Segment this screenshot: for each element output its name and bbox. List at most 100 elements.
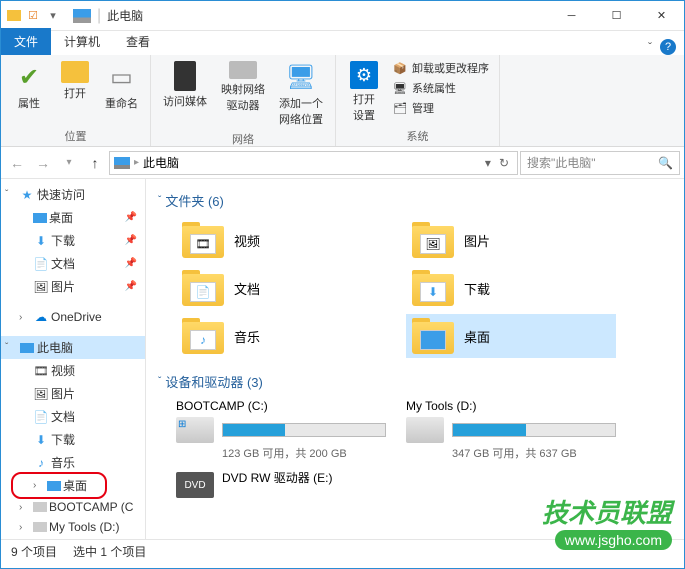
quick-access-toolbar: ☑ ▾ — [1, 8, 67, 24]
document-icon: 📄 — [33, 256, 49, 272]
chevron-right-icon[interactable]: › — [19, 522, 31, 533]
sidebar-quick-access[interactable]: ˇ ★ 快速访问 — [1, 183, 145, 206]
up-button[interactable]: ↑ — [83, 151, 107, 175]
chevron-right-icon[interactable]: › — [19, 502, 31, 513]
sidebar-music[interactable]: ♪音乐 — [1, 451, 145, 474]
search-icon: 🔍 — [658, 156, 673, 170]
breadcrumb[interactable]: 此电脑 — [143, 154, 179, 171]
recent-dropdown-icon[interactable]: ▾ — [57, 151, 81, 175]
download-icon: ⬇ — [420, 282, 446, 302]
ribbon-group-location: ✔ 属性 打开 ▭ 重命名 位置 — [1, 55, 151, 146]
chevron-down-icon: ˇ — [158, 195, 161, 206]
monitor-small-icon: 🖥 — [392, 80, 408, 96]
tab-file[interactable]: 文件 — [1, 28, 51, 55]
open-settings-button[interactable]: ⚙ 打开 设置 — [344, 59, 384, 125]
group-label-network: 网络 — [159, 129, 327, 147]
drive-d[interactable]: My Tools (D:) 347 GB 可用，共 637 GB — [406, 399, 616, 461]
ribbon-group-network: 访问媒体 映射网络 驱动器 🖥 添加一个 网络位置 网络 — [151, 55, 336, 146]
ribbon-collapse-icon[interactable]: ˇ — [648, 40, 652, 54]
window-controls: ─ ☐ ✕ — [549, 1, 684, 30]
drive-icon — [33, 522, 47, 532]
map-drive-button[interactable]: 映射网络 驱动器 — [217, 59, 269, 115]
chevron-down-icon[interactable]: ˇ — [5, 342, 17, 353]
back-button[interactable]: ← — [5, 151, 29, 175]
folder-videos[interactable]: 🎞视频 — [176, 218, 386, 262]
address-bar[interactable]: ▸ 此电脑 ▾ ↻ — [109, 151, 518, 175]
minimize-button[interactable]: ─ — [549, 1, 594, 30]
system-properties-button[interactable]: 🖥 系统属性 — [390, 79, 491, 97]
folder-documents[interactable]: 📄文档 — [176, 266, 386, 310]
sidebar-this-pc[interactable]: ˇ此电脑 — [1, 336, 145, 359]
window-title: 此电脑 — [101, 7, 143, 24]
maximize-button[interactable]: ☐ — [594, 1, 639, 30]
picture-icon: 🖼 — [33, 386, 49, 402]
sidebar-drive-c[interactable]: ›BOOTCAMP (C — [1, 497, 145, 517]
sidebar-pictures[interactable]: 🖼图片 — [1, 382, 145, 405]
sidebar-onedrive[interactable]: ›☁OneDrive — [1, 306, 145, 328]
group-label-system: 系统 — [344, 126, 491, 144]
pin-icon: 📌 — [125, 235, 141, 246]
uninstall-programs-button[interactable]: 📦 卸载或更改程序 — [390, 59, 491, 77]
group-label-location: 位置 — [9, 126, 142, 144]
pin-icon: 📌 — [125, 258, 141, 269]
desktop-icon — [420, 330, 446, 350]
sidebar-qa-desktop[interactable]: 桌面📌 — [1, 206, 145, 229]
open-button[interactable]: 打开 — [55, 59, 95, 103]
drives-section-header[interactable]: ˇ 设备和驱动器 (3) — [158, 368, 672, 395]
sidebar-videos[interactable]: 🎞视频 — [1, 359, 145, 382]
properties-icon[interactable]: ☑ — [25, 8, 41, 24]
search-input[interactable]: 搜索"此电脑" 🔍 — [520, 151, 680, 175]
drive-icon — [229, 61, 257, 79]
ribbon-group-system: ⚙ 打开 设置 📦 卸载或更改程序 🖥 系统属性 🗂 管理 系统 — [336, 55, 500, 146]
rename-button[interactable]: ▭ 重命名 — [101, 59, 142, 113]
chevron-down-icon[interactable]: ˇ — [5, 189, 17, 200]
rename-icon: ▭ — [106, 61, 138, 93]
sidebar-drive-d[interactable]: ›My Tools (D:) — [1, 517, 145, 537]
download-icon: ⬇ — [33, 233, 49, 249]
add-network-location-button[interactable]: 🖥 添加一个 网络位置 — [275, 59, 327, 129]
usage-bar — [223, 424, 285, 436]
sidebar-downloads[interactable]: ⬇下载 — [1, 428, 145, 451]
download-icon: ⬇ — [33, 432, 49, 448]
ribbon: ✔ 属性 打开 ▭ 重命名 位置 访问媒体 映射网络 驱动器 — [1, 55, 684, 147]
folder-icon[interactable] — [7, 10, 21, 21]
help-icon[interactable]: ? — [660, 39, 676, 55]
ribbon-tabs: 文件 计算机 查看 ˇ ? — [1, 31, 684, 55]
chevron-right-icon[interactable]: › — [33, 480, 45, 491]
selected-count: 选中 1 个项目 — [73, 543, 146, 560]
address-dropdown-icon[interactable]: ▾ — [481, 156, 495, 170]
status-bar: 9 个项目 选中 1 个项目 — [1, 539, 684, 563]
sidebar-qa-pictures[interactable]: 🖼图片📌 — [1, 275, 145, 298]
tab-computer[interactable]: 计算机 — [51, 28, 113, 55]
close-button[interactable]: ✕ — [639, 1, 684, 30]
folder-pictures[interactable]: 🖼图片 — [406, 218, 616, 262]
drives-grid: BOOTCAMP (C:) ⊞ 123 GB 可用，共 200 GB My To… — [158, 395, 672, 508]
properties-button[interactable]: ✔ 属性 — [9, 59, 49, 113]
qat-dropdown-icon[interactable]: ▾ — [45, 8, 61, 24]
forward-button[interactable]: → — [31, 151, 55, 175]
desktop-icon — [47, 481, 61, 491]
folder-downloads[interactable]: ⬇下载 — [406, 266, 616, 310]
navigation-bar: ← → ▾ ↑ ▸ 此电脑 ▾ ↻ 搜索"此电脑" 🔍 — [1, 147, 684, 179]
drive-dvd[interactable]: DVD RW 驱动器 (E:) DVD — [176, 469, 386, 498]
tab-view[interactable]: 查看 — [113, 28, 163, 55]
refresh-icon[interactable]: ↻ — [495, 156, 513, 170]
pin-icon: 📌 — [125, 212, 141, 223]
folder-desktop[interactable]: 桌面 — [406, 314, 616, 358]
folder-music[interactable]: ♪音乐 — [176, 314, 386, 358]
desktop-icon — [33, 213, 47, 223]
sidebar-desktop[interactable]: ›桌面 — [1, 474, 145, 497]
this-pc-icon — [114, 157, 130, 169]
breadcrumb-separator: ▸ — [134, 157, 139, 168]
monitor-icon: 🖥 — [285, 61, 317, 93]
drive-c[interactable]: BOOTCAMP (C:) ⊞ 123 GB 可用，共 200 GB — [176, 399, 386, 461]
folders-section-header[interactable]: ˇ 文件夹 (6) — [158, 187, 672, 214]
picture-icon: 🖼 — [420, 234, 446, 254]
manage-button[interactable]: 🗂 管理 — [390, 99, 491, 117]
star-icon: ★ — [19, 187, 35, 203]
sidebar-qa-downloads[interactable]: ⬇下载📌 — [1, 229, 145, 252]
sidebar-documents[interactable]: 📄文档 — [1, 405, 145, 428]
sidebar-qa-documents[interactable]: 📄文档📌 — [1, 252, 145, 275]
access-media-button[interactable]: 访问媒体 — [159, 59, 211, 111]
chevron-right-icon[interactable]: › — [19, 312, 31, 323]
